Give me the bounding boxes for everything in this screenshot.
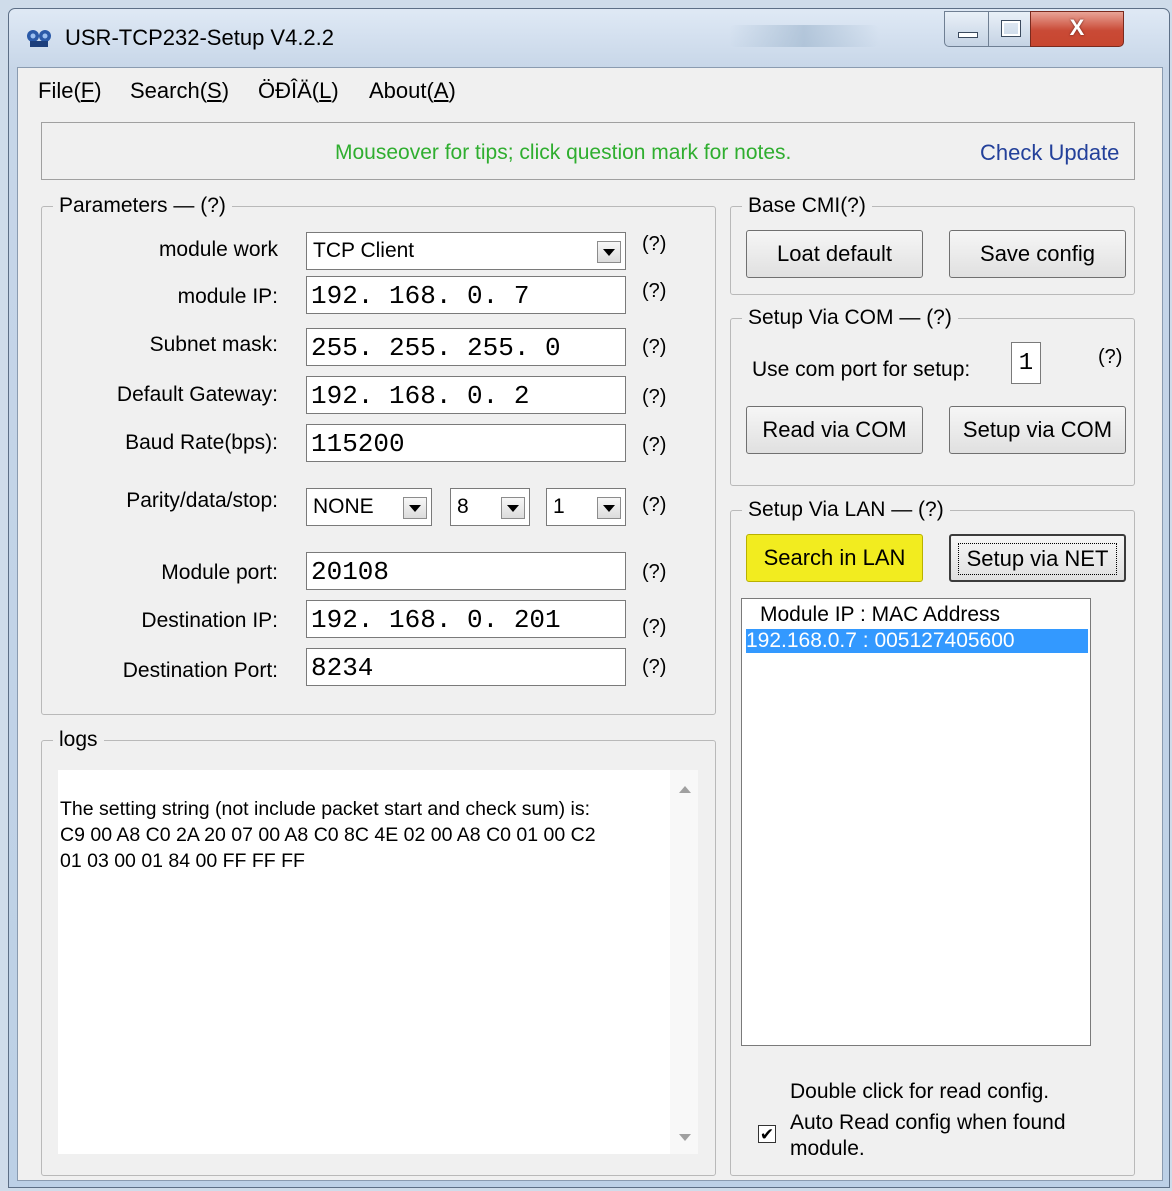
- subnet-mask-help[interactable]: (?): [642, 336, 666, 359]
- parity-data-stop-label: Parity/data/stop:: [126, 489, 278, 512]
- scroll-down-icon[interactable]: [679, 1134, 691, 1141]
- dest-port-label: Destination Port:: [122, 659, 278, 682]
- module-port-label: Module port:: [161, 561, 278, 584]
- dest-ip-help[interactable]: (?): [642, 616, 666, 639]
- auto-read-checkbox[interactable]: ✔: [758, 1125, 776, 1144]
- menu-search[interactable]: Search(S): [130, 78, 229, 104]
- log-scrollbar[interactable]: [670, 770, 698, 1154]
- module-ip-label: module IP:: [177, 285, 278, 308]
- save-config-button[interactable]: Save config: [949, 230, 1126, 278]
- tip-bar: Mouseover for tips; click question mark …: [41, 122, 1135, 180]
- dest-ip-label: Destination IP:: [141, 609, 278, 632]
- setup-com-help-link[interactable]: (?): [926, 306, 952, 329]
- data-bits-value: 8: [457, 495, 469, 518]
- maximize-icon: [1001, 20, 1021, 37]
- gateway-help[interactable]: (?): [642, 386, 666, 409]
- module-work-select[interactable]: TCP Client: [306, 232, 626, 270]
- stop-bits-select[interactable]: 1: [546, 488, 626, 526]
- base-cmd-legend: Base CMI(?): [742, 194, 872, 218]
- module-ip-field[interactable]: 192. 168. 0. 7: [306, 276, 626, 314]
- scroll-up-icon[interactable]: [679, 786, 691, 793]
- auto-read-label: Auto Read config when found module.: [790, 1111, 1066, 1160]
- gateway-label: Default Gateway:: [116, 383, 278, 406]
- chevron-down-icon[interactable]: [597, 241, 621, 263]
- background-window-blur: [729, 25, 879, 47]
- parity-help[interactable]: (?): [642, 494, 666, 517]
- setup-via-net-button[interactable]: Setup via NET: [949, 534, 1126, 582]
- minimize-icon: [958, 32, 978, 38]
- module-port-help[interactable]: (?): [642, 561, 666, 584]
- log-textarea[interactable]: The setting string (not include packet s…: [58, 770, 698, 1154]
- chevron-down-icon[interactable]: [597, 497, 621, 519]
- baud-rate-help[interactable]: (?): [642, 434, 666, 457]
- menu-bar: File(F) Search(S) ÖÐÎÄ(L) About(A): [18, 68, 1162, 108]
- logs-legend: logs: [53, 728, 104, 752]
- close-button[interactable]: X: [1030, 11, 1124, 47]
- close-icon: X: [1069, 15, 1085, 40]
- data-bits-select[interactable]: 8: [450, 488, 530, 526]
- dest-port-help[interactable]: (?): [642, 656, 666, 679]
- dest-port-field[interactable]: 8234: [306, 648, 626, 686]
- setup-via-com-button[interactable]: Setup via COM: [949, 406, 1126, 454]
- menu-language[interactable]: ÖÐÎÄ(L): [258, 78, 339, 104]
- parameters-help-link[interactable]: (?): [200, 194, 226, 217]
- dest-ip-field[interactable]: 192. 168. 0. 201: [306, 600, 626, 638]
- parity-value: NONE: [313, 495, 374, 518]
- parameters-legend: Parameters — (?): [53, 194, 232, 218]
- search-in-lan-button[interactable]: Search in LAN: [746, 534, 923, 582]
- baud-rate-label: Baud Rate(bps):: [125, 431, 278, 454]
- app-logo-icon: [27, 30, 51, 47]
- gateway-field[interactable]: 192. 168. 0. 2: [306, 376, 626, 414]
- module-ip-help[interactable]: (?): [642, 280, 666, 303]
- list-item-selected[interactable]: 192.168.0.7 : 005127405600: [746, 629, 1088, 653]
- chevron-down-icon[interactable]: [501, 497, 525, 519]
- double-click-hint: Double click for read config.: [790, 1080, 1050, 1103]
- module-work-help[interactable]: (?): [642, 233, 666, 256]
- window-title: USR-TCP232-Setup V4.2.2: [65, 25, 335, 50]
- check-update-link[interactable]: Check Update: [980, 140, 1119, 166]
- read-via-com-button[interactable]: Read via COM: [746, 406, 923, 454]
- com-port-field[interactable]: 1: [1011, 342, 1041, 384]
- logs-group: logs The setting string (not include pac…: [41, 728, 716, 1176]
- subnet-mask-field[interactable]: 255. 255. 255. 0: [306, 328, 626, 366]
- chevron-down-icon[interactable]: [403, 497, 427, 519]
- setup-com-group: Setup Via COM — (?): [730, 306, 1135, 486]
- com-port-help[interactable]: (?): [1098, 346, 1122, 369]
- load-default-button[interactable]: Loat default: [746, 230, 923, 278]
- client-area: File(F) Search(S) ÖÐÎÄ(L) About(A) Mouse…: [17, 67, 1163, 1181]
- module-work-value: TCP Client: [313, 239, 415, 262]
- module-port-field[interactable]: 20108: [306, 552, 626, 590]
- menu-about[interactable]: About(A): [369, 78, 456, 104]
- log-text: The setting string (not include packet s…: [60, 798, 596, 872]
- menu-file[interactable]: File(F): [38, 78, 102, 104]
- maximize-button[interactable]: [988, 11, 1032, 47]
- list-header: Module IP : MAC Address: [760, 603, 1001, 626]
- setup-lan-help-link[interactable]: (?): [918, 498, 944, 521]
- title-bar[interactable]: USR-TCP232-Setup V4.2.2 X: [9, 9, 1169, 67]
- minimize-button[interactable]: [944, 11, 990, 47]
- baud-rate-field[interactable]: 115200: [306, 424, 626, 462]
- module-work-label: module work: [158, 238, 278, 261]
- stop-bits-value: 1: [553, 495, 565, 518]
- setup-com-legend: Setup Via COM — (?): [742, 306, 958, 330]
- app-window: USR-TCP232-Setup V4.2.2 X File(F) Search…: [8, 8, 1170, 1188]
- setup-via-net-label: Setup via NET: [957, 543, 1118, 575]
- setup-lan-legend: Setup Via LAN — (?): [742, 498, 950, 522]
- module-listbox[interactable]: Module IP : MAC Address 192.168.0.7 : 00…: [741, 598, 1091, 1046]
- com-port-label: Use com port for setup:: [752, 358, 971, 381]
- subnet-mask-label: Subnet mask:: [149, 333, 278, 356]
- parity-select[interactable]: NONE: [306, 488, 432, 526]
- tip-text: Mouseover for tips; click question mark …: [335, 141, 792, 164]
